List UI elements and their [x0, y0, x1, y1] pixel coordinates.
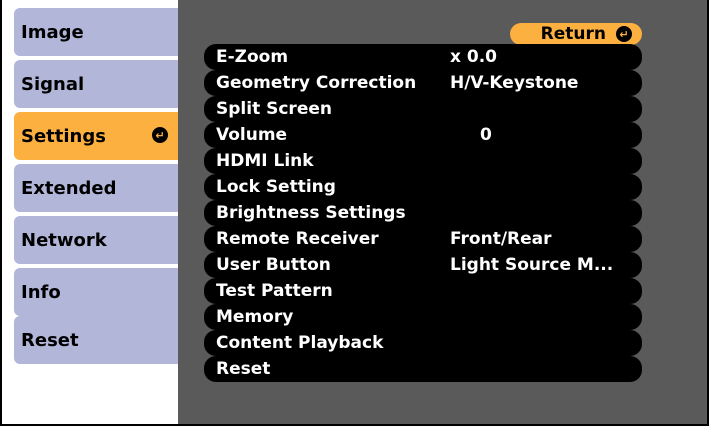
- setting-row-user-button[interactable]: User Button Light Source M...: [204, 252, 642, 278]
- setting-row-lock-setting[interactable]: Lock Setting: [204, 174, 642, 200]
- settings-panel: Return ↵ E-Zoom x 0.0 Geometry Correctio…: [178, 0, 707, 424]
- sidebar-item-settings[interactable]: Settings ↵: [14, 112, 178, 160]
- setting-label: Remote Receiver: [216, 229, 379, 249]
- setting-label: HDMI Link: [216, 151, 314, 171]
- sidebar-item-label: Network: [21, 229, 107, 251]
- settings-list: E-Zoom x 0.0 Geometry Correction H/V-Key…: [204, 44, 642, 382]
- return-button[interactable]: Return ↵: [510, 23, 642, 45]
- sidebar-item-info[interactable]: Info: [14, 268, 178, 316]
- sidebar-menu: Image Signal Settings ↵ Extended Network…: [2, 0, 178, 424]
- setting-row-volume[interactable]: Volume 0: [204, 122, 642, 148]
- sidebar-item-label: Settings: [21, 125, 106, 147]
- setting-label: Content Playback: [216, 333, 384, 353]
- sidebar-item-label: Extended: [21, 177, 117, 199]
- setting-value: Front/Rear: [450, 229, 552, 249]
- sidebar-item-label: Reset: [21, 329, 79, 351]
- sidebar-item-label: Info: [21, 281, 61, 303]
- setting-row-reset[interactable]: Reset: [204, 356, 642, 382]
- enter-icon: ↵: [152, 127, 168, 143]
- sidebar-item-extended[interactable]: Extended: [14, 164, 178, 212]
- setting-value: x 0.0: [450, 47, 497, 67]
- sidebar-item-label: Image: [21, 21, 84, 43]
- setting-value: 0: [480, 125, 492, 145]
- setting-row-remote-receiver[interactable]: Remote Receiver Front/Rear: [204, 226, 642, 252]
- sidebar-item-label: Signal: [21, 73, 85, 95]
- setting-row-e-zoom[interactable]: E-Zoom x 0.0: [204, 44, 642, 70]
- setting-row-geometry-correction[interactable]: Geometry Correction H/V-Keystone: [204, 70, 642, 96]
- setting-label: Reset: [216, 359, 271, 379]
- setting-label: Brightness Settings: [216, 203, 406, 223]
- return-icon: ↵: [616, 26, 632, 42]
- setting-row-test-pattern[interactable]: Test Pattern: [204, 278, 642, 304]
- setting-value: H/V-Keystone: [450, 73, 579, 93]
- setting-label: Memory: [216, 307, 294, 327]
- setting-label: Split Screen: [216, 99, 332, 119]
- setting-row-split-screen[interactable]: Split Screen: [204, 96, 642, 122]
- setting-row-brightness-settings[interactable]: Brightness Settings: [204, 200, 642, 226]
- setting-label: Volume: [216, 125, 288, 145]
- setting-label: E-Zoom: [216, 47, 289, 67]
- sidebar-item-signal[interactable]: Signal: [14, 60, 178, 108]
- setting-value: Light Source M...: [450, 255, 614, 275]
- setting-row-content-playback[interactable]: Content Playback: [204, 330, 642, 356]
- sidebar-item-network[interactable]: Network: [14, 216, 178, 264]
- setting-row-hdmi-link[interactable]: HDMI Link: [204, 148, 642, 174]
- return-label: Return: [540, 24, 606, 44]
- setting-label: Test Pattern: [216, 281, 333, 301]
- setting-row-memory[interactable]: Memory: [204, 304, 642, 330]
- sidebar-item-image[interactable]: Image: [14, 8, 178, 56]
- setting-label: Geometry Correction: [216, 73, 417, 93]
- sidebar-item-reset[interactable]: Reset: [14, 316, 178, 364]
- setting-label: Lock Setting: [216, 177, 336, 197]
- setting-label: User Button: [216, 255, 331, 275]
